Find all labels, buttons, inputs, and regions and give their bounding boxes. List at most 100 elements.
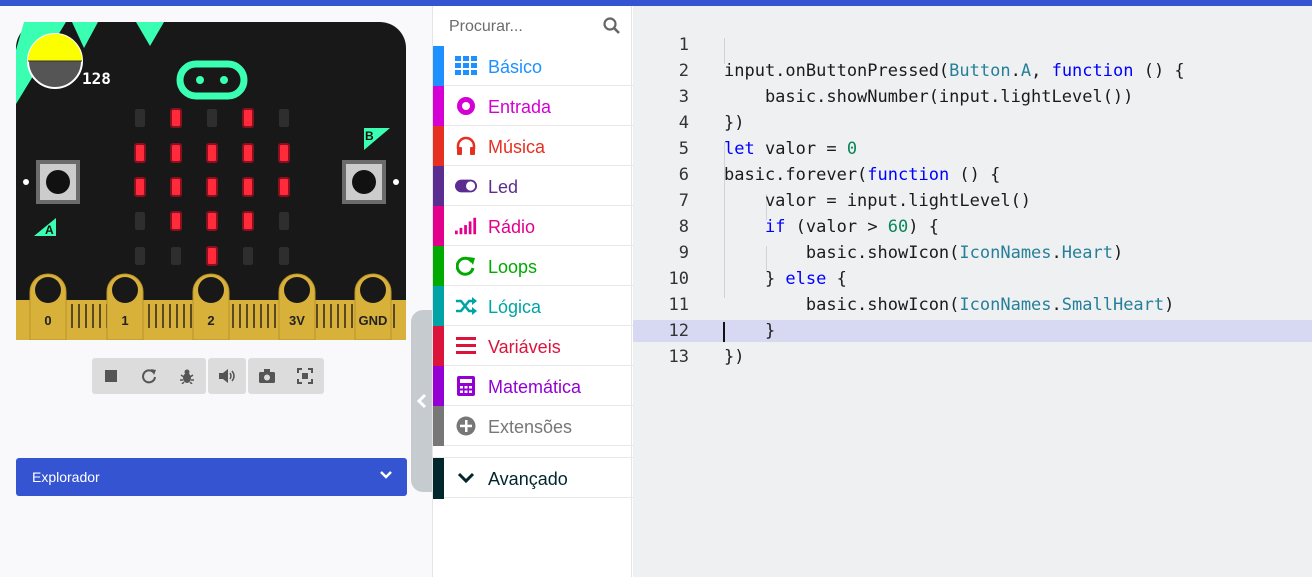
connector-strip (330, 304, 332, 328)
button-a-label: A (45, 223, 54, 237)
code-line[interactable]: 9 } else { (633, 214, 1312, 289)
code-line[interactable]: 3 }) (633, 58, 1312, 133)
code-line[interactable]: 7 if (valor > 60) { (633, 162, 1312, 237)
calculator-icon (455, 376, 477, 396)
bug-icon (180, 369, 194, 384)
category-musica[interactable]: Música (433, 126, 633, 166)
code-line[interactable]: 1 input.onButtonPressed(Button.A, functi… (633, 6, 1312, 81)
category-label: Loops (488, 257, 538, 277)
control-group-main (92, 358, 206, 394)
code-line[interactable]: 8 basic.showIcon(IconNames.Heart) (633, 188, 1312, 263)
category-color-bar (433, 366, 444, 406)
code-line[interactable]: 4 let valor = 0 (633, 84, 1312, 159)
category-color-bar (433, 246, 444, 286)
signal-bars-icon (455, 216, 477, 236)
connector-strip (190, 304, 192, 328)
code-line[interactable]: 11 } (633, 266, 1312, 341)
pin-3v[interactable]: 3V (278, 273, 316, 340)
code-line[interactable]: 5 basic.forever(function () { (633, 110, 1312, 185)
led-on (170, 143, 182, 163)
category-label: Rádio (488, 217, 536, 237)
category-color-bar (433, 326, 444, 366)
category-logica[interactable]: Lógica (433, 286, 633, 326)
category-radio[interactable]: Rádio (433, 206, 633, 246)
category-label: Extensões (488, 417, 573, 437)
stop-icon (105, 370, 117, 382)
microbit-board[interactable]: 128 A B 0123V GND (16, 22, 406, 340)
category-matematica[interactable]: Matemática (433, 366, 633, 406)
connector-strip (267, 304, 269, 328)
fullscreen-button[interactable] (286, 358, 324, 394)
pin-1[interactable]: 1 (106, 273, 144, 340)
connector-strip (274, 304, 276, 328)
connector-strip (85, 304, 87, 328)
explorer-bar[interactable]: Explorador (16, 458, 407, 496)
collapse-simulator-toggle[interactable] (411, 310, 433, 492)
led-on (206, 246, 218, 266)
list-lines-icon (455, 336, 477, 356)
connector-strip (232, 304, 234, 328)
connector-strip (148, 304, 150, 328)
code-line[interactable]: 2 basic.showNumber(input.lightLevel()) (633, 32, 1312, 107)
pin-hole (35, 277, 61, 303)
connector-strip (99, 304, 101, 328)
debug-button[interactable] (168, 358, 206, 394)
category-color-bar (433, 286, 444, 326)
led-on (134, 143, 146, 163)
led-on (242, 143, 254, 163)
pin-label: 0 (44, 313, 51, 328)
category-avancado[interactable]: Avançado (433, 457, 633, 499)
stop-button[interactable] (92, 358, 130, 394)
volume-icon (219, 369, 235, 383)
line-number: 13 (668, 347, 689, 367)
category-label: Básico (488, 57, 543, 77)
category-color-bar (433, 126, 444, 166)
headphones-icon (455, 136, 477, 156)
text-cursor (723, 322, 725, 342)
category-led[interactable]: Led (433, 166, 633, 206)
simulator-controls (92, 358, 324, 394)
pin-hole (112, 277, 138, 303)
explorer-label: Explorador (32, 469, 100, 485)
blocks-toolbox: Básico Entrada Música Led Rádio Loo (432, 6, 633, 577)
light-level-indicator[interactable] (27, 33, 83, 89)
restart-button[interactable] (130, 358, 168, 394)
code-text: }) (724, 347, 745, 367)
grid-icon (455, 56, 477, 76)
connector-strip (344, 304, 346, 328)
led-off (279, 109, 289, 127)
code-line[interactable]: 6 valor = input.lightLevel() (633, 136, 1312, 211)
connector-strip (92, 304, 94, 328)
category-loops[interactable]: Loops (433, 246, 633, 286)
loop-arrow-icon (455, 256, 477, 276)
pin-gnd[interactable]: GND (354, 273, 392, 340)
category-basico[interactable]: Básico (433, 46, 633, 86)
button-b-label: B (365, 129, 374, 143)
connector-strip (176, 304, 178, 328)
category-extensoes[interactable]: Extensões (433, 406, 633, 446)
code-line[interactable]: 13 (633, 318, 1312, 367)
connector-strip (253, 304, 255, 328)
category-variaveis[interactable]: Variáveis (433, 326, 633, 366)
category-label: Variáveis (488, 337, 561, 357)
pin-2[interactable]: 2 (192, 273, 230, 340)
category-label: Led (488, 177, 519, 197)
connector-strip (78, 304, 80, 328)
code-line[interactable]: 12 }) (633, 292, 1312, 367)
led-on (206, 211, 218, 231)
fullscreen-icon (297, 368, 313, 384)
mute-button[interactable] (208, 358, 246, 394)
refresh-icon (142, 369, 156, 384)
category-entrada[interactable]: Entrada (433, 86, 633, 126)
led-on (206, 143, 218, 163)
pin-0[interactable]: 0 (29, 273, 67, 340)
category-label: Lógica (488, 297, 542, 317)
led-on (278, 177, 290, 197)
pin-label: 2 (207, 313, 214, 328)
search-icon[interactable] (603, 17, 621, 35)
code-line[interactable]: 10 basic.showIcon(IconNames.SmallHeart) (633, 240, 1312, 315)
screenshot-button[interactable] (248, 358, 286, 394)
search-input[interactable] (449, 15, 599, 39)
plus-circle-icon (455, 416, 477, 436)
code-editor[interactable]: 1 input.onButtonPressed(Button.A, functi… (633, 6, 1312, 577)
